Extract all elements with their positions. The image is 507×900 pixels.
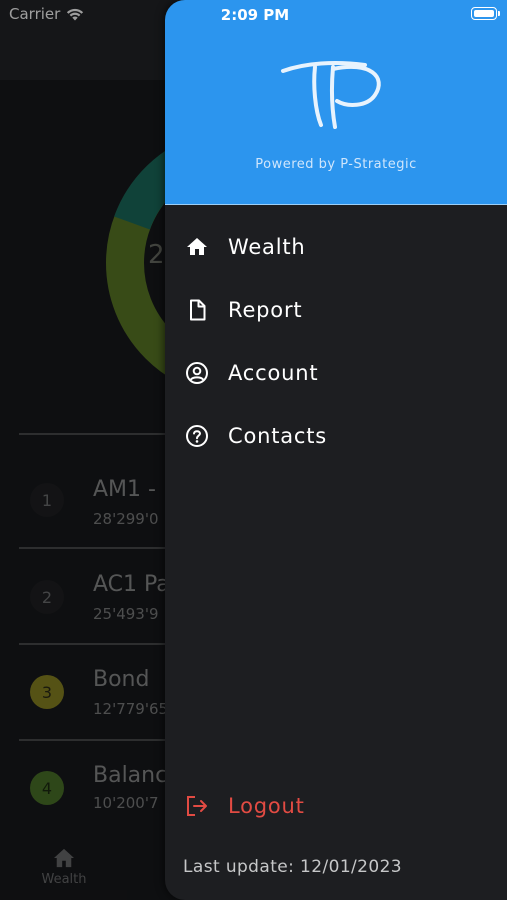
menu-label: Wealth	[228, 234, 306, 259]
app-logo	[281, 61, 381, 129]
logout-label: Logout	[228, 793, 305, 818]
last-update-text: Last update: 12/01/2023	[183, 857, 403, 877]
home-icon	[185, 235, 209, 259]
drawer-menu: Wealth Report Account Contacts	[165, 215, 507, 467]
logout-button[interactable]: Logout	[165, 774, 507, 837]
navigation-drawer: 2:09 PM Powered by P-Strategic Wealth Re…	[165, 0, 507, 900]
battery-icon	[471, 7, 500, 20]
menu-label: Account	[228, 360, 319, 385]
menu-item-contacts[interactable]: Contacts	[165, 404, 507, 467]
menu-label: Contacts	[228, 423, 328, 448]
document-icon	[185, 298, 209, 322]
menu-label: Report	[228, 297, 303, 322]
menu-item-report[interactable]: Report	[165, 278, 507, 341]
help-circle-icon	[185, 424, 209, 448]
logout-icon	[185, 794, 209, 818]
status-time: 2:09 PM	[220, 6, 290, 24]
account-circle-icon	[185, 361, 209, 385]
powered-by-text: Powered by P-Strategic	[255, 157, 417, 172]
drawer-header: 2:09 PM Powered by P-Strategic	[165, 0, 507, 205]
menu-item-account[interactable]: Account	[165, 341, 507, 404]
menu-item-wealth[interactable]: Wealth	[165, 215, 507, 278]
